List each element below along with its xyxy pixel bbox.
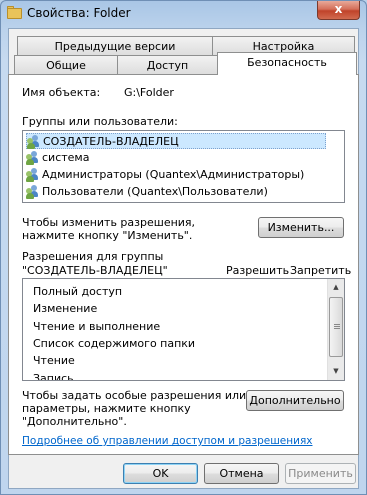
ok-button[interactable]: OK [123, 463, 198, 484]
permission-item: Полный доступ [33, 285, 123, 298]
allow-header: Разрешить [226, 264, 290, 277]
change-hint-line2: нажмите кнопку "Изменить". [22, 229, 193, 242]
group-item-label: СОЗДАТЕЛЬ-ВЛАДЕЛЕЦ [43, 135, 179, 148]
close-button[interactable]: x [317, 1, 360, 20]
change-button[interactable]: Изменить... [258, 217, 344, 238]
special-hint-line2: параметры, нажмите кнопку [22, 402, 191, 415]
groups-listbox[interactable]: СОЗДАТЕЛЬ-ВЛАДЕЛЕЦ система Администратор… [22, 130, 345, 203]
scrollbar-thumb[interactable] [329, 297, 343, 357]
permissions-for-line2: "СОЗДАТЕЛЬ-ВЛАДЕЛЕЦ" [22, 264, 168, 277]
scroll-down-arrow-icon[interactable]: ▼ [328, 363, 344, 380]
security-panel: Имя объекта: G:\Folder Группы или пользо… [8, 74, 359, 455]
change-hint-line1: Чтобы изменить разрешения, [22, 216, 196, 229]
permission-item: Список содержимого папки [33, 337, 196, 350]
folder-icon [7, 5, 23, 19]
permissions-list[interactable]: Полный доступ Изменение Чтение и выполне… [22, 278, 345, 381]
deny-header: Запретить [290, 264, 352, 277]
permission-item: Запись [33, 372, 74, 381]
permission-item: Чтение и выполнение [33, 320, 161, 333]
group-item-label: Пользователи (Quantex\Пользователи) [42, 185, 268, 198]
window-title: Свойства: Folder [27, 6, 131, 20]
special-hint-line3: "Дополнительно". [22, 415, 127, 428]
tab-previous-versions[interactable]: Предыдущие версии [17, 36, 213, 56]
tab-sharing[interactable]: Доступ [117, 55, 218, 75]
permission-item: Чтение [33, 354, 75, 367]
users-icon [26, 151, 40, 165]
scroll-up-arrow-icon[interactable]: ▲ [328, 279, 344, 296]
permissions-for-line1: Разрешения для группы [22, 250, 164, 263]
group-item-creator-owner[interactable]: СОЗДАТЕЛЬ-ВЛАДЕЛЕЦ [26, 133, 326, 149]
users-icon [26, 185, 40, 199]
users-icon [27, 135, 41, 149]
special-hint-line1: Чтобы задать особые разрешения или [22, 389, 247, 402]
permission-item: Изменение [33, 302, 98, 315]
object-name-value: G:\Folder [124, 86, 174, 99]
title-bar[interactable]: Свойства: Folder x [1, 1, 366, 27]
advanced-button[interactable]: Дополнительно [246, 390, 344, 411]
cancel-button[interactable]: Отмена [204, 463, 279, 484]
group-item-label: система [42, 151, 90, 164]
properties-window: Свойства: Folder x Предыдущие версии Нас… [0, 0, 367, 495]
permissions-scrollbar[interactable]: ▲ ▼ [327, 279, 344, 380]
learn-more-link[interactable]: Подробнее об управлении доступом и разре… [22, 435, 312, 447]
dialog-client: Предыдущие версии Настройка Общие Доступ… [8, 28, 359, 489]
apply-button[interactable]: Применить [285, 463, 356, 484]
tab-security[interactable]: Безопасность [217, 52, 357, 75]
tab-general[interactable]: Общие [14, 55, 118, 75]
group-item-label: Администраторы (Quantex\Администраторы) [42, 168, 305, 181]
users-icon [26, 168, 40, 182]
groups-label: Группы или пользователи: [22, 115, 178, 128]
object-name-label: Имя объекта: [22, 86, 101, 99]
